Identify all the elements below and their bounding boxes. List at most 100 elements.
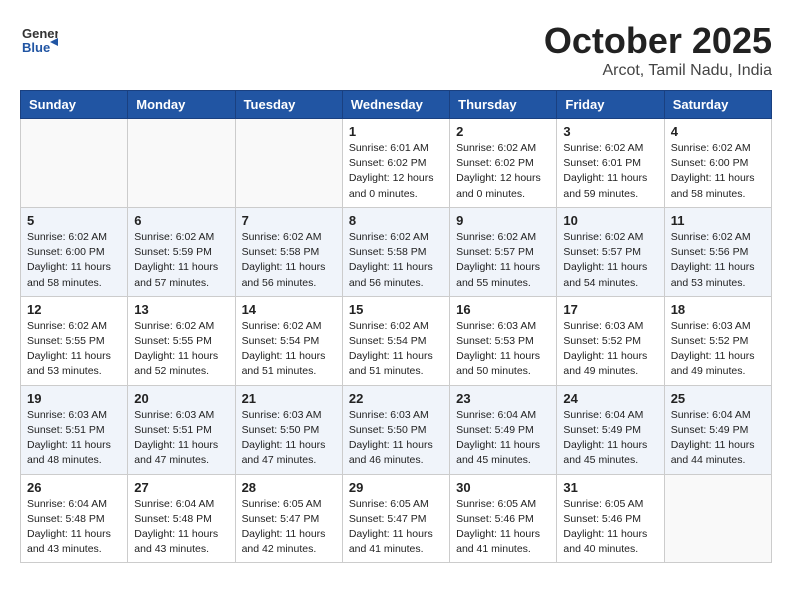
- day-number: 18: [671, 302, 765, 317]
- day-number: 17: [563, 302, 657, 317]
- calendar: SundayMondayTuesdayWednesdayThursdayFrid…: [20, 90, 772, 563]
- day-number: 16: [456, 302, 550, 317]
- calendar-cell: 13 Sunrise: 6:02 AM Sunset: 5:55 PM Dayli…: [128, 296, 235, 385]
- day-number: 10: [563, 213, 657, 228]
- weekday-header-row: SundayMondayTuesdayWednesdayThursdayFrid…: [21, 91, 772, 119]
- day-number: 21: [242, 391, 336, 406]
- header: General Blue October 2025 Arcot, Tamil N…: [20, 20, 772, 80]
- day-info: Sunrise: 6:02 AM Sunset: 5:57 PM Dayligh…: [456, 230, 550, 291]
- svg-text:Blue: Blue: [22, 40, 50, 55]
- day-number: 3: [563, 124, 657, 139]
- day-number: 9: [456, 213, 550, 228]
- day-number: 22: [349, 391, 443, 406]
- calendar-cell: 14Sunrise: 6:02 AM Sunset: 5:54 PM Dayli…: [235, 296, 342, 385]
- day-info: Sunrise: 6:02 AM Sunset: 5:55 PM Dayligh…: [134, 319, 228, 380]
- day-info: Sunrise: 6:02 AM Sunset: 6:02 PM Dayligh…: [456, 141, 550, 202]
- weekday-header-sunday: Sunday: [21, 91, 128, 119]
- calendar-cell: 15 Sunrise: 6:02 AM Sunset: 5:54 PM Dayli…: [342, 296, 449, 385]
- calendar-cell: 24Sunrise: 6:04 AM Sunset: 5:49 PM Dayli…: [557, 385, 664, 474]
- calendar-cell: 29Sunrise: 6:05 AM Sunset: 5:47 PM Dayli…: [342, 474, 449, 563]
- location: Arcot, Tamil Nadu, India: [544, 62, 772, 80]
- day-info: Sunrise: 6:02 AM Sunset: 5:56 PM Dayligh…: [671, 230, 765, 291]
- calendar-cell: 7 Sunrise: 6:02 AM Sunset: 5:58 PM Daylig…: [235, 207, 342, 296]
- weekday-header-monday: Monday: [128, 91, 235, 119]
- calendar-cell: 16 Sunrise: 6:03 AM Sunset: 5:53 PM Dayli…: [450, 296, 557, 385]
- day-info: Sunrise: 6:02 AM Sunset: 5:59 PM Dayligh…: [134, 230, 228, 291]
- day-number: 14: [242, 302, 336, 317]
- calendar-cell: 22 Sunrise: 6:03 AM Sunset: 5:50 PM Dayli…: [342, 385, 449, 474]
- month-title: October 2025: [544, 20, 772, 62]
- calendar-cell: 17 Sunrise: 6:03 AM Sunset: 5:52 PM Dayli…: [557, 296, 664, 385]
- day-info: Sunrise: 6:02 AM Sunset: 5:58 PM Dayligh…: [242, 230, 336, 291]
- day-number: 30: [456, 480, 550, 495]
- day-info: Sunrise: 6:04 AM Sunset: 5:49 PM Dayligh…: [671, 408, 765, 469]
- calendar-cell: 20Sunrise: 6:03 AM Sunset: 5:51 PM Dayli…: [128, 385, 235, 474]
- calendar-cell: 3 Sunrise: 6:02 AM Sunset: 6:01 PM Daylig…: [557, 119, 664, 208]
- calendar-cell: 21 Sunrise: 6:03 AM Sunset: 5:50 PM Dayli…: [235, 385, 342, 474]
- day-info: Sunrise: 6:04 AM Sunset: 5:48 PM Dayligh…: [27, 497, 121, 558]
- day-number: 1: [349, 124, 443, 139]
- day-info: Sunrise: 6:03 AM Sunset: 5:51 PM Dayligh…: [27, 408, 121, 469]
- day-info: Sunrise: 6:02 AM Sunset: 5:55 PM Dayligh…: [27, 319, 121, 380]
- day-number: 15: [349, 302, 443, 317]
- day-number: 26: [27, 480, 121, 495]
- day-info: Sunrise: 6:02 AM Sunset: 5:58 PM Dayligh…: [349, 230, 443, 291]
- week-row-1: 1 Sunrise: 6:01 AM Sunset: 6:02 PM Daylig…: [21, 119, 772, 208]
- weekday-header-wednesday: Wednesday: [342, 91, 449, 119]
- calendar-cell: 23Sunrise: 6:04 AM Sunset: 5:49 PM Dayli…: [450, 385, 557, 474]
- day-info: Sunrise: 6:03 AM Sunset: 5:50 PM Dayligh…: [349, 408, 443, 469]
- calendar-cell: 8 Sunrise: 6:02 AM Sunset: 5:58 PM Daylig…: [342, 207, 449, 296]
- calendar-cell: 9 Sunrise: 6:02 AM Sunset: 5:57 PM Daylig…: [450, 207, 557, 296]
- day-info: Sunrise: 6:03 AM Sunset: 5:52 PM Dayligh…: [671, 319, 765, 380]
- calendar-cell: 31Sunrise: 6:05 AM Sunset: 5:46 PM Dayli…: [557, 474, 664, 563]
- weekday-header-tuesday: Tuesday: [235, 91, 342, 119]
- day-number: 31: [563, 480, 657, 495]
- calendar-cell: 10 Sunrise: 6:02 AM Sunset: 5:57 PM Dayli…: [557, 207, 664, 296]
- day-info: Sunrise: 6:05 AM Sunset: 5:47 PM Dayligh…: [242, 497, 336, 558]
- weekday-header-friday: Friday: [557, 91, 664, 119]
- calendar-cell: [21, 119, 128, 208]
- calendar-cell: [664, 474, 771, 563]
- day-info: Sunrise: 6:02 AM Sunset: 6:00 PM Dayligh…: [671, 141, 765, 202]
- week-row-3: 12Sunrise: 6:02 AM Sunset: 5:55 PM Dayli…: [21, 296, 772, 385]
- calendar-cell: 2 Sunrise: 6:02 AM Sunset: 6:02 PM Daylig…: [450, 119, 557, 208]
- calendar-cell: 11Sunrise: 6:02 AM Sunset: 5:56 PM Dayli…: [664, 207, 771, 296]
- day-number: 8: [349, 213, 443, 228]
- calendar-cell: [128, 119, 235, 208]
- calendar-cell: 1 Sunrise: 6:01 AM Sunset: 6:02 PM Daylig…: [342, 119, 449, 208]
- day-info: Sunrise: 6:02 AM Sunset: 6:01 PM Dayligh…: [563, 141, 657, 202]
- day-info: Sunrise: 6:03 AM Sunset: 5:52 PM Dayligh…: [563, 319, 657, 380]
- day-number: 25: [671, 391, 765, 406]
- day-number: 5: [27, 213, 121, 228]
- day-number: 13: [134, 302, 228, 317]
- week-row-4: 19 Sunrise: 6:03 AM Sunset: 5:51 PM Dayli…: [21, 385, 772, 474]
- svg-text:General: General: [22, 26, 58, 41]
- day-number: 2: [456, 124, 550, 139]
- week-row-2: 5Sunrise: 6:02 AM Sunset: 6:00 PM Daylig…: [21, 207, 772, 296]
- day-info: Sunrise: 6:02 AM Sunset: 5:57 PM Dayligh…: [563, 230, 657, 291]
- logo-icon: General Blue: [20, 20, 58, 58]
- calendar-cell: [235, 119, 342, 208]
- calendar-cell: 6Sunrise: 6:02 AM Sunset: 5:59 PM Daylig…: [128, 207, 235, 296]
- calendar-cell: 12Sunrise: 6:02 AM Sunset: 5:55 PM Dayli…: [21, 296, 128, 385]
- calendar-cell: 25 Sunrise: 6:04 AM Sunset: 5:49 PM Dayli…: [664, 385, 771, 474]
- calendar-cell: 28 Sunrise: 6:05 AM Sunset: 5:47 PM Dayli…: [235, 474, 342, 563]
- calendar-cell: 19 Sunrise: 6:03 AM Sunset: 5:51 PM Dayli…: [21, 385, 128, 474]
- calendar-cell: 5Sunrise: 6:02 AM Sunset: 6:00 PM Daylig…: [21, 207, 128, 296]
- day-info: Sunrise: 6:05 AM Sunset: 5:46 PM Dayligh…: [456, 497, 550, 558]
- calendar-cell: 27Sunrise: 6:04 AM Sunset: 5:48 PM Dayli…: [128, 474, 235, 563]
- day-info: Sunrise: 6:01 AM Sunset: 6:02 PM Dayligh…: [349, 141, 443, 202]
- day-info: Sunrise: 6:03 AM Sunset: 5:51 PM Dayligh…: [134, 408, 228, 469]
- day-info: Sunrise: 6:04 AM Sunset: 5:48 PM Dayligh…: [134, 497, 228, 558]
- day-info: Sunrise: 6:03 AM Sunset: 5:53 PM Dayligh…: [456, 319, 550, 380]
- calendar-cell: 30 Sunrise: 6:05 AM Sunset: 5:46 PM Dayli…: [450, 474, 557, 563]
- day-number: 29: [349, 480, 443, 495]
- day-info: Sunrise: 6:04 AM Sunset: 5:49 PM Dayligh…: [456, 408, 550, 469]
- day-info: Sunrise: 6:03 AM Sunset: 5:50 PM Dayligh…: [242, 408, 336, 469]
- day-number: 24: [563, 391, 657, 406]
- day-number: 19: [27, 391, 121, 406]
- day-info: Sunrise: 6:02 AM Sunset: 5:54 PM Dayligh…: [349, 319, 443, 380]
- day-number: 28: [242, 480, 336, 495]
- day-number: 7: [242, 213, 336, 228]
- calendar-cell: 26 Sunrise: 6:04 AM Sunset: 5:48 PM Dayli…: [21, 474, 128, 563]
